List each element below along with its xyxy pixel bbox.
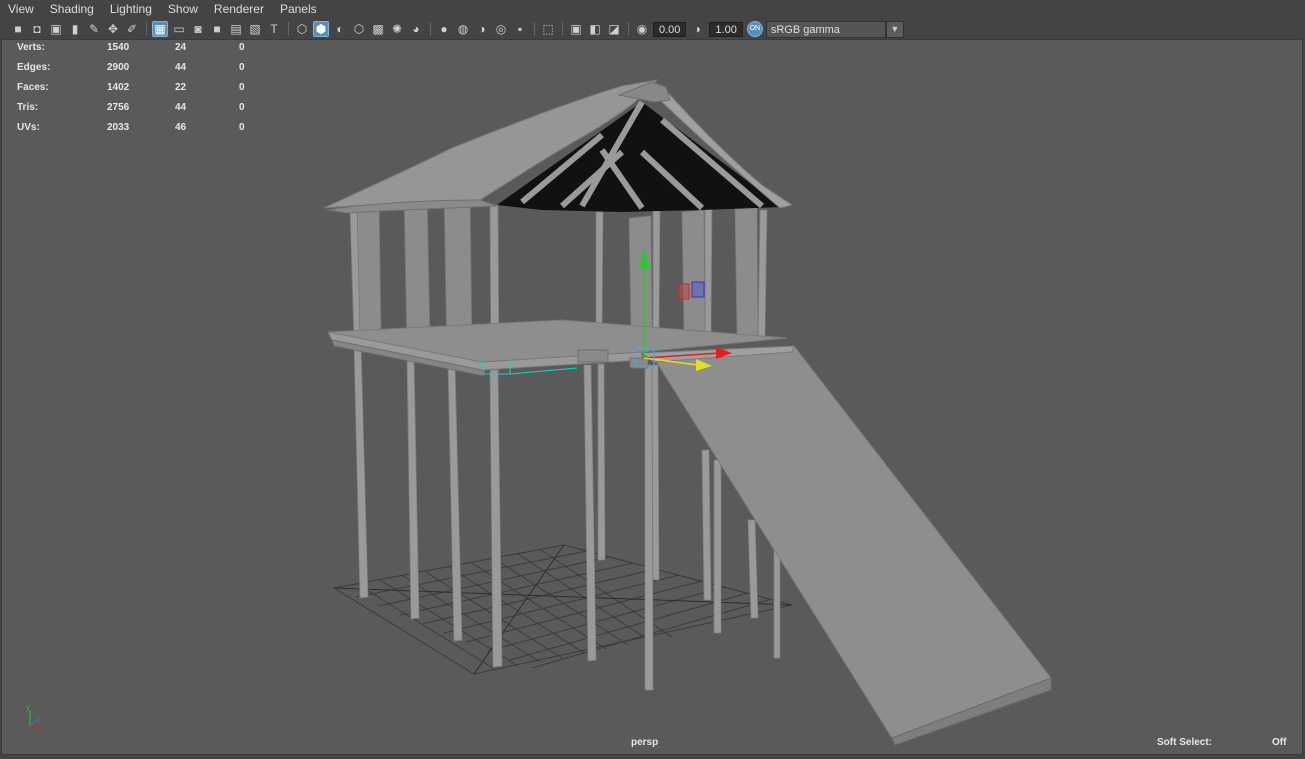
menu-show[interactable]: Show — [160, 0, 206, 19]
menu-view[interactable]: View — [0, 0, 42, 19]
gate-mask-icon[interactable]: ■ — [209, 21, 225, 37]
ramp-top — [653, 345, 1052, 739]
field-chart-icon[interactable]: ▤ — [228, 21, 244, 37]
hud-value-components: 0 — [239, 82, 245, 93]
xray-active-components-icon[interactable]: ◧ — [587, 21, 603, 37]
soft-select-label: Soft Select: — [1157, 737, 1213, 748]
ground-grid — [332, 544, 793, 675]
isolate-select-icon[interactable]: ⬚ — [540, 21, 556, 37]
hud-value-components: 0 — [239, 102, 245, 113]
motion-blur-icon[interactable]: ◍ — [455, 21, 471, 37]
depth-of-field-icon[interactable]: ◎ — [493, 21, 509, 37]
hud-value-selected: 44 — [175, 62, 187, 73]
hud-value-selected: 24 — [175, 42, 187, 53]
gamma-field[interactable]: 1.00 — [709, 21, 743, 37]
hud-value-components: 0 — [239, 42, 245, 53]
hud-row-edges: Edges: 2900 44 0 — [17, 60, 257, 80]
color-management-icon[interactable]: ON — [746, 21, 763, 37]
hud-value-total: 1402 — [107, 82, 130, 93]
exposure-field[interactable]: 0.00 — [653, 21, 687, 37]
hud-value-total: 2756 — [107, 102, 130, 113]
toolbar-divider — [562, 22, 563, 36]
gamma-icon[interactable]: ◗ — [690, 21, 706, 37]
default-material-icon[interactable]: ◐ — [332, 21, 348, 37]
camera-attributes-icon[interactable]: ◘ — [29, 21, 45, 37]
wireframe-icon[interactable]: ⬡ — [294, 21, 310, 37]
viewport-persp[interactable]: y z Verts: 1540 24 0 Edges: 2900 44 0 Fa… — [1, 39, 1303, 755]
bookmark-icon[interactable]: ▮ — [67, 21, 83, 37]
menu-renderer[interactable]: Renderer — [206, 0, 272, 19]
toolbar-divider — [288, 22, 289, 36]
film-gate-icon[interactable]: ▭ — [171, 21, 187, 37]
hud-value-total: 2900 — [107, 62, 130, 73]
axis-z-label: z — [36, 715, 40, 724]
wireframe-on-shaded-icon[interactable]: ⬡ — [351, 21, 367, 37]
menu-bar: View Shading Lighting Show Renderer Pane… — [0, 0, 1305, 19]
multisample-aa-icon[interactable]: ◑ — [474, 21, 490, 37]
exposure-icon[interactable]: ◉ — [634, 21, 650, 37]
view-axis-indicator: y z — [26, 703, 42, 727]
shadows-icon[interactable]: ◕ — [408, 21, 424, 37]
gizmo-plane-handle-blue[interactable] — [691, 281, 705, 298]
hud-label: Verts: — [17, 42, 45, 53]
safe-action-icon[interactable]: ▧ — [247, 21, 263, 37]
resolution-gate-icon[interactable]: ◙ — [190, 21, 206, 37]
soft-select-value: Off — [1272, 737, 1287, 748]
hud-label: Faces: — [17, 82, 49, 93]
axis-y-label: y — [26, 703, 30, 712]
hud-row-uvs: UVs: 2033 46 0 — [17, 120, 257, 140]
safe-title-icon[interactable]: T — [266, 21, 282, 37]
xray-joints-icon[interactable]: ◪ — [606, 21, 622, 37]
hud-value-total: 2033 — [107, 122, 130, 133]
toolbar-divider — [628, 22, 629, 36]
hud-label: UVs: — [17, 122, 40, 133]
use-all-lights-icon[interactable]: ✺ — [389, 21, 405, 37]
hud-row-tris: Tris: 2756 44 0 — [17, 100, 257, 120]
hud-label: Tris: — [17, 102, 39, 113]
grid-icon[interactable]: ▦ — [152, 21, 168, 37]
camera-name-label: persp — [631, 737, 659, 748]
chevron-down-icon[interactable]: ▼ — [885, 20, 904, 38]
menu-shading[interactable]: Shading — [42, 0, 102, 19]
smooth-shade-icon[interactable]: ⬢ — [313, 21, 329, 37]
view-transform-select[interactable]: sRGB gamma — [765, 20, 886, 38]
hud-value-components: 0 — [239, 62, 245, 73]
selection-highlight — [509, 367, 578, 375]
hud-row-verts: Verts: 1540 24 0 — [17, 40, 257, 60]
panel-toolbar: ■ ◘ ▣ ▮ ✎ ✥ ✐ ▦ ▭ ◙ ■ ▤ ▧ T ⬡ ⬢ ◐ ⬡ ▩ ✺ … — [0, 19, 1305, 39]
hud-value-components: 0 — [239, 122, 245, 133]
menu-lighting[interactable]: Lighting — [102, 0, 160, 19]
hud-label: Edges: — [17, 62, 51, 73]
hud-value-selected: 46 — [175, 122, 187, 133]
toolbar-divider — [430, 22, 431, 36]
image-plane-icon[interactable]: ✎ — [86, 21, 102, 37]
hud-value-total: 1540 — [107, 42, 130, 53]
hud-value-selected: 44 — [175, 102, 187, 113]
floor-block — [577, 349, 609, 363]
textured-icon[interactable]: ▩ — [370, 21, 386, 37]
hud-value-selected: 22 — [175, 82, 187, 93]
menu-panels[interactable]: Panels — [272, 0, 325, 19]
scene-render: y z — [26, 79, 1052, 746]
two-d-pan-zoom-icon[interactable]: ✥ — [105, 21, 121, 37]
poly-count-hud: Verts: 1540 24 0 Edges: 2900 44 0 Faces:… — [17, 40, 257, 140]
camera-icon[interactable]: ■ — [10, 21, 26, 37]
hud-row-faces: Faces: 1402 22 0 — [17, 80, 257, 100]
screen-space-ao-icon[interactable]: ● — [436, 21, 452, 37]
grease-pencil-icon[interactable]: ✐ — [124, 21, 140, 37]
gizmo-plane-handle-red[interactable] — [678, 283, 690, 300]
transparency-icon[interactable]: ▪ — [512, 21, 528, 37]
toolbar-divider — [534, 22, 535, 36]
camera-bookmark-icon[interactable]: ▣ — [48, 21, 64, 37]
xray-icon[interactable]: ▣ — [568, 21, 584, 37]
toolbar-divider — [146, 22, 147, 36]
